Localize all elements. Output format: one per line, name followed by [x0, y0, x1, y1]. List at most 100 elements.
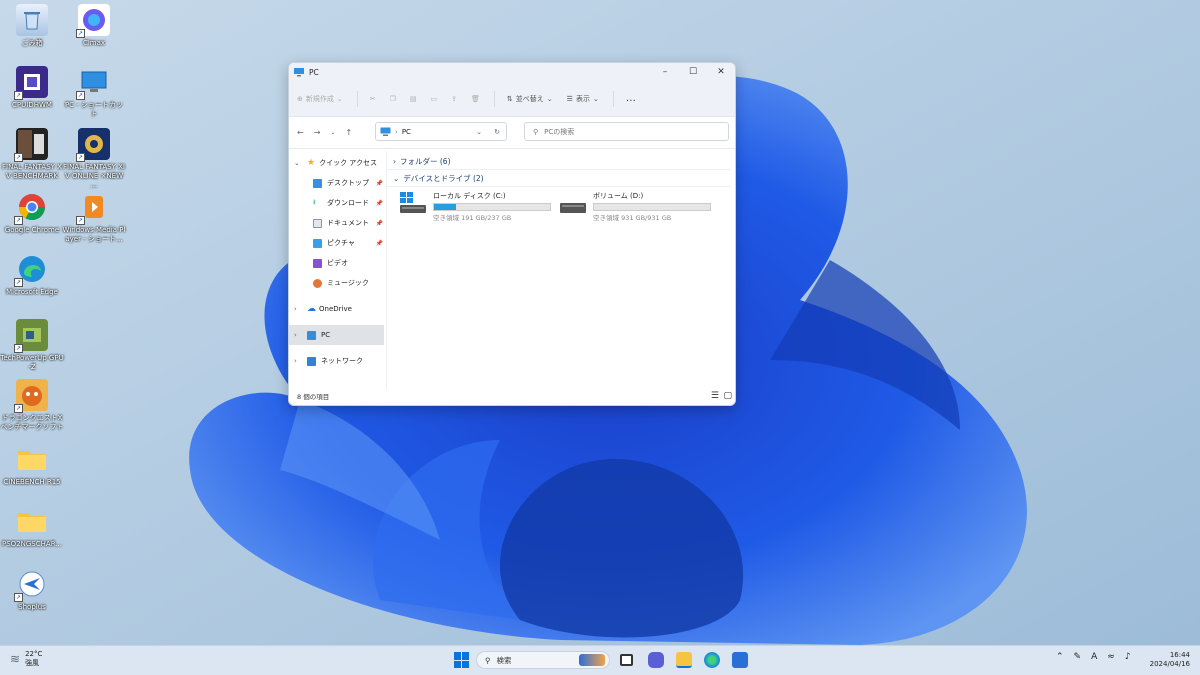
desktop-icon-pso2-folder[interactable]: PSO2NGSCHAR...: [0, 505, 64, 549]
nav-pc[interactable]: › PC: [289, 325, 384, 345]
nav-network[interactable]: › ネットワーク: [289, 351, 386, 371]
chevron-up-icon[interactable]: ⌃: [1056, 652, 1064, 662]
ime-indicator[interactable]: A: [1091, 652, 1097, 662]
nav-item-videos[interactable]: ビデオ: [289, 253, 386, 273]
pen-icon[interactable]: ✎: [1074, 652, 1082, 662]
file-explorer-window[interactable]: PC – ☐ ✕ ⊕ 新規作成 ⌄ ✂ ❐ ▤ ▭ ⇪ 🗑 ⇅ 並べ替え ⌄ ☰ 表示 ⌄ …: [288, 62, 736, 406]
address-bar[interactable]: › PC ⌄ ↻: [375, 122, 507, 141]
desktop-icon-pc-shortcut[interactable]: ↗ PC - ショートカット: [62, 66, 126, 119]
folders-section-header[interactable]: › フォルダー (6): [387, 153, 731, 170]
up-arrow-icon[interactable]: ↑: [345, 128, 352, 137]
chevron-down-icon[interactable]: ⌄: [330, 129, 335, 136]
nav-label: デスクトップ: [327, 179, 369, 187]
view-label: 表示: [575, 94, 590, 103]
file-explorer-icon[interactable]: [676, 652, 692, 668]
sort-button[interactable]: ⇅ 並べ替え ⌄: [507, 94, 553, 104]
windows-logo-icon: [462, 652, 469, 660]
folder-icon: [16, 505, 48, 537]
desktop-icon-label: Microsoft Edge: [6, 288, 58, 296]
paste-button[interactable]: ▤: [410, 95, 417, 103]
store-icon[interactable]: [732, 652, 748, 668]
desktop-icon-label: PC - ショートカット: [64, 101, 124, 118]
search-input[interactable]: ⚲ PCの検索: [524, 122, 729, 141]
minimize-button[interactable]: –: [651, 63, 679, 81]
desktop-icon-label: ドラゴンクエストX ベンチマークソフト: [0, 414, 64, 431]
desktop-icon-gpuz[interactable]: ↗ TechPowerUp GPU-Z: [0, 319, 64, 372]
cloud-icon: ☁: [307, 304, 316, 314]
desktop-icon-recycle-bin[interactable]: ごみ箱: [0, 4, 64, 48]
share-button[interactable]: ⇪: [451, 95, 457, 103]
refresh-icon[interactable]: ↻: [494, 128, 500, 136]
chrome-icon: ↗: [14, 191, 48, 225]
desktop-icon-ffxiv[interactable]: ↗ FINAL FANTASY XIV ONLINE ×NEW ...: [62, 128, 126, 190]
desktop-icon-edge[interactable]: ↗ Microsoft Edge: [0, 253, 64, 297]
cut-button[interactable]: ✂: [370, 95, 376, 103]
clock[interactable]: 16:44 2024/04/16: [1144, 651, 1190, 669]
search-icon: ⚲: [533, 127, 539, 136]
new-button[interactable]: ⊕ 新規作成 ⌄: [297, 94, 343, 104]
search-highlight-icon: [579, 654, 605, 666]
weather-widget[interactable]: ≋ 22°C 強風: [10, 650, 42, 668]
drive-free-space: 空き領域 191 GB/237 GB: [433, 214, 512, 222]
download-icon: ⭳: [313, 197, 316, 206]
chevron-down-icon: ⌄: [294, 159, 300, 167]
view-icon: ☰: [566, 94, 573, 103]
divider: [356, 90, 358, 107]
desktop-icon-shoplus[interactable]: ↗ Shoplus: [0, 568, 64, 612]
desktop-icon-dqx[interactable]: ↗ ドラゴンクエストX ベンチマークソフト: [0, 379, 64, 432]
back-arrow-icon[interactable]: ←: [297, 128, 304, 137]
chevron-down-icon[interactable]: ⌄: [476, 128, 482, 136]
pin-icon: 📌: [375, 179, 383, 187]
tiles-view-icon[interactable]: ▢: [723, 391, 732, 401]
nav-onedrive[interactable]: › ☁ OneDrive: [289, 299, 386, 319]
details-view-icon[interactable]: ☰: [711, 391, 719, 401]
app-icon: ↗: [76, 4, 110, 38]
nav-item-pictures[interactable]: ピクチャ 📌: [289, 233, 386, 253]
volume-icon[interactable]: ♪: [1125, 652, 1131, 662]
start-button[interactable]: [454, 652, 470, 668]
desktop-icon-cinebench-folder[interactable]: CINEBENCH R15: [0, 443, 64, 487]
view-button[interactable]: ☰ 表示 ⌄: [567, 94, 599, 104]
desktop-icon-cpuid[interactable]: ↗ CPUIDHWM: [0, 66, 64, 110]
drive-usage-bar: [593, 203, 711, 211]
more-button[interactable]: …: [626, 93, 636, 104]
dqx-icon: ↗: [14, 379, 48, 413]
chevron-down-icon: ⌄: [592, 94, 599, 103]
nav-quick-access[interactable]: ⌄ ★ クイック アクセス: [289, 153, 386, 173]
task-view-icon[interactable]: [620, 654, 633, 666]
nav-item-downloads[interactable]: ⭳ ダウンロード 📌: [289, 193, 386, 213]
chat-icon[interactable]: [648, 652, 664, 668]
desktop-icon-chrome[interactable]: ↗ Google Chrome: [0, 191, 64, 235]
desktop-icon-label: Windows Media Player - ショート...: [62, 226, 126, 243]
edge-icon[interactable]: [704, 652, 720, 668]
desktop-icon-clmax[interactable]: ↗ Clmax: [62, 4, 126, 48]
search-label: 検索: [496, 655, 512, 665]
drive-d[interactable]: ボリューム (D:) 空き領域 931 GB/931 GB: [559, 191, 711, 222]
rename-button[interactable]: ▭: [431, 95, 438, 103]
content-pane: › フォルダー (6) ⌄ デバイスとドライブ (2) ローカル ディスク (C…: [387, 151, 735, 389]
nav-item-documents[interactable]: ドキュメント 📌: [289, 213, 386, 233]
music-icon: [313, 278, 322, 288]
desktop-icon-ffxv[interactable]: ↗ FINAL FANTASY XV BENCHMARK: [0, 128, 64, 181]
wifi-icon[interactable]: ≈: [1107, 652, 1115, 662]
desktop-icon-media-player[interactable]: ↗ Windows Media Player - ショート...: [62, 191, 126, 244]
breadcrumb[interactable]: PC: [402, 128, 411, 136]
delete-button[interactable]: 🗑: [471, 95, 480, 103]
maximize-button[interactable]: ☐: [679, 63, 707, 81]
nav-label: PC: [321, 331, 331, 339]
pc-icon: [307, 330, 316, 340]
copy-button[interactable]: ❐: [390, 95, 396, 103]
new-icon: ⊕: [297, 94, 303, 103]
nav-label: OneDrive: [319, 305, 352, 313]
forward-arrow-icon[interactable]: →: [314, 128, 321, 137]
pin-icon: 📌: [375, 239, 383, 247]
title-bar[interactable]: PC – ☐ ✕: [289, 63, 735, 81]
taskbar-search[interactable]: ⚲ 検索: [476, 651, 610, 669]
folder-icon: [16, 443, 48, 475]
nav-item-desktop[interactable]: デスクトップ 📌: [289, 173, 386, 193]
drive-c[interactable]: ローカル ディスク (C:) 空き領域 191 GB/237 GB: [399, 191, 551, 222]
status-bar: 8 個の項目 ☰ ▢: [289, 387, 735, 405]
nav-item-music[interactable]: ミュージック: [289, 273, 386, 293]
drives-section-header[interactable]: ⌄ デバイスとドライブ (2): [387, 170, 731, 187]
close-button[interactable]: ✕: [707, 63, 735, 81]
